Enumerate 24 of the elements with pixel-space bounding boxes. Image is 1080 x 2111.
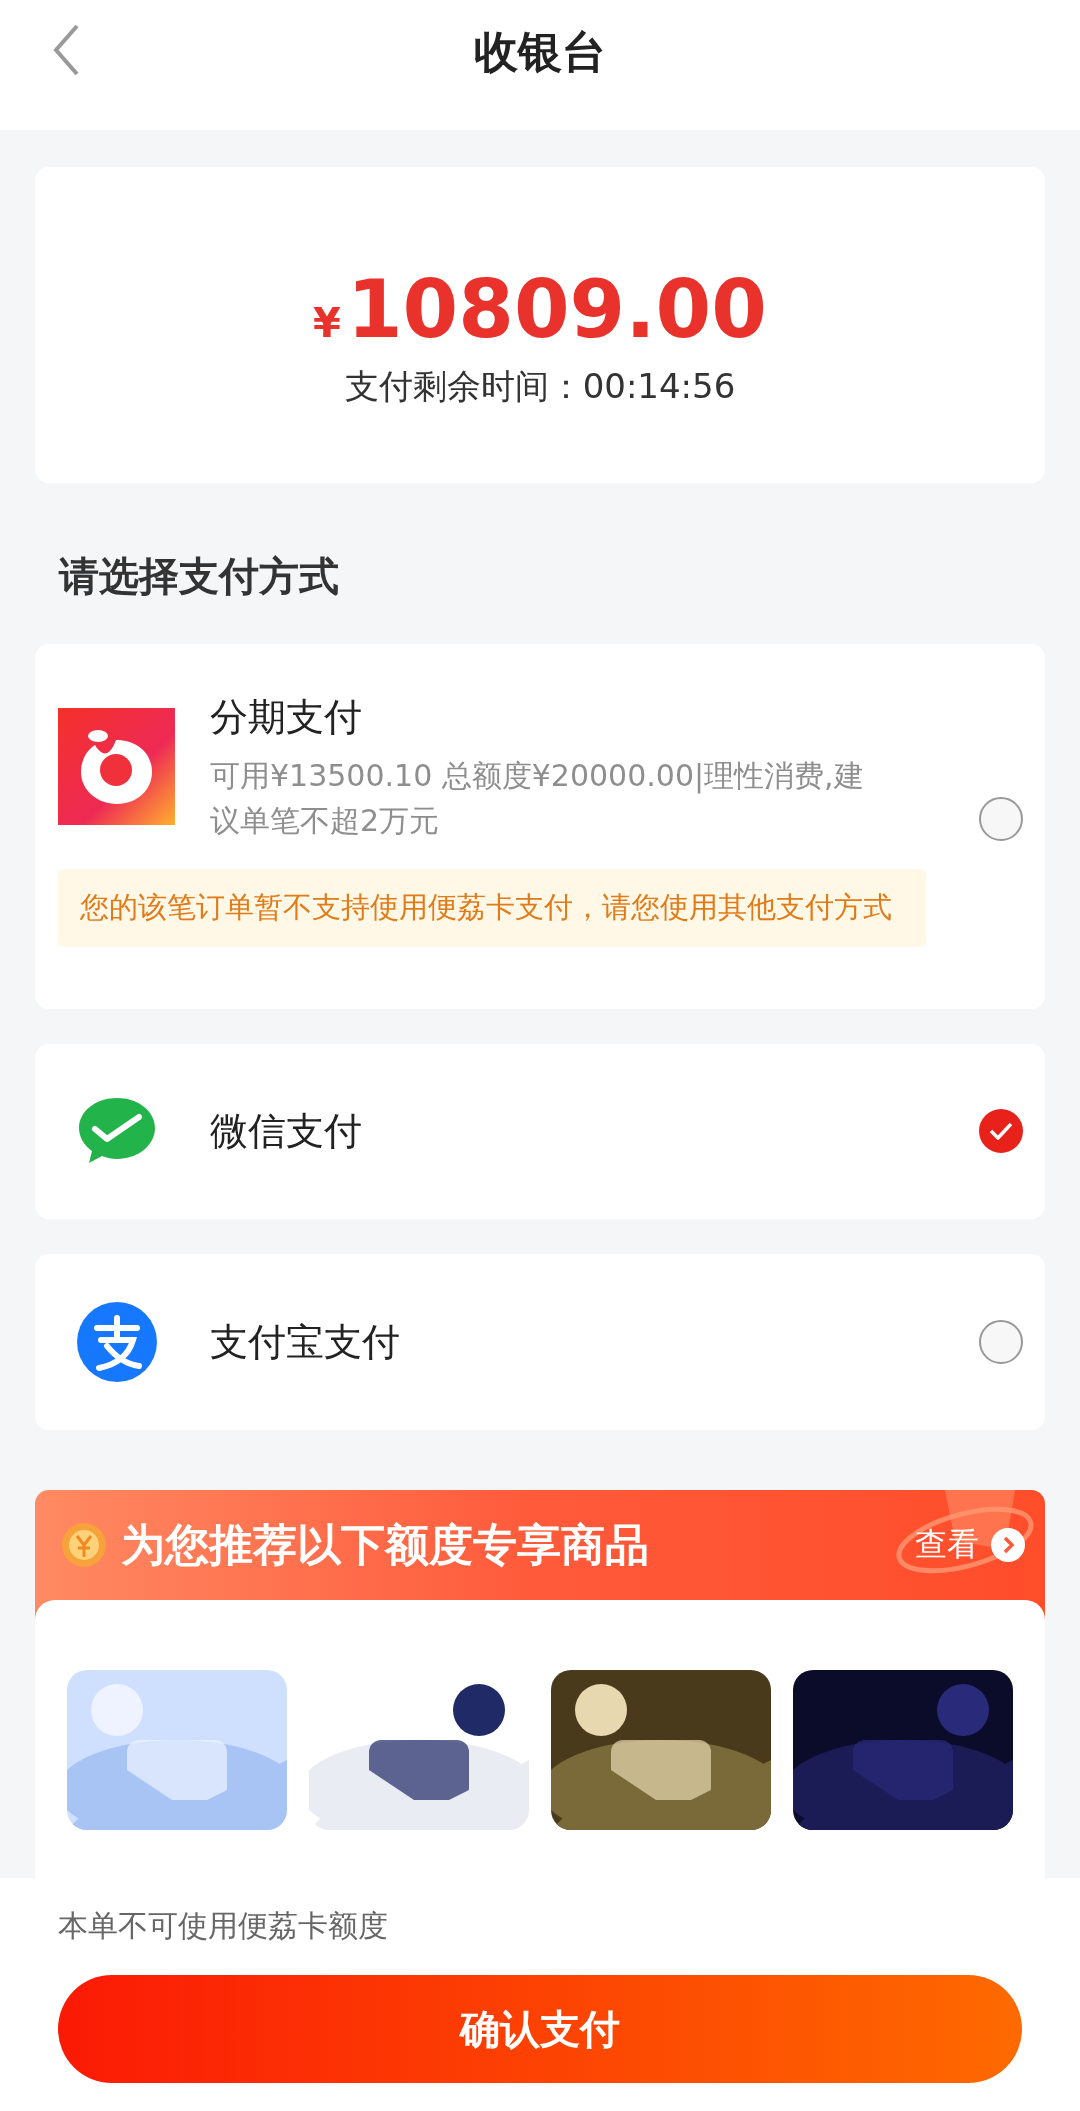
section-title: 请选择支付方式 — [59, 552, 340, 602]
radio-button[interactable] — [979, 1320, 1023, 1365]
fruit-logo-icon — [58, 708, 175, 826]
payment-amount: 10809.00 — [346, 270, 767, 351]
currency-symbol: ¥ — [313, 300, 341, 347]
check-icon — [989, 1122, 1013, 1141]
credit-detail: 可用¥13500.10 总额度¥20000.00|理性消费,建议单笔不超2万元 — [210, 757, 865, 841]
radio-button[interactable] — [979, 797, 1023, 842]
footer-note: 本单不可使用便荔卡额度 — [58, 1907, 389, 1945]
payment-method-card[interactable]: 分期支付 可用¥13500.10 总额度¥20000.00|理性消费,建议单笔不超2万元 您的该笔订单暂不支持使用便荔卡支付，请您使用其他支付方式 — [35, 644, 1045, 1009]
method-name: 支付宝支付 — [210, 1318, 400, 1366]
method-name: 微信支付 — [210, 1107, 362, 1155]
checked-radio[interactable] — [979, 1109, 1023, 1154]
chevron-circle-icon — [991, 1528, 1025, 1563]
countdown-text: 支付剩余时间：00:14:56 — [344, 365, 736, 409]
page-title: 收银台 — [474, 24, 606, 79]
payment-method-card[interactable]: 微信支付 — [35, 1043, 1045, 1220]
method-name: 分期支付 — [210, 694, 363, 742]
confirm-pay-button[interactable]: 确认支付 — [58, 1975, 1022, 2083]
back-chevron-icon — [53, 24, 79, 76]
warning-notice: 您的该笔订单暂不支持使用便荔卡支付，请您使用其他支付方式 — [58, 869, 926, 947]
payment-method-card[interactable]: 支付宝支付 — [35, 1254, 1045, 1430]
round-logo-icon — [76, 1302, 157, 1383]
promo-title: 为您推荐以下额度专享商品 — [121, 1517, 650, 1572]
